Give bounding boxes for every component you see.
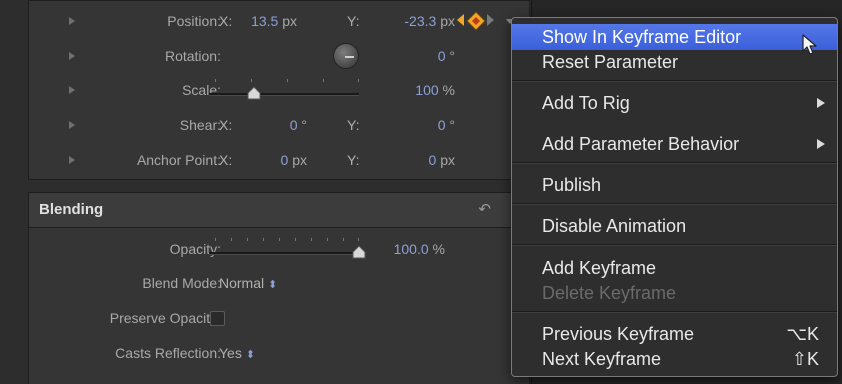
- menu-item-disable-animation[interactable]: Disable Animation: [512, 213, 837, 239]
- shear-y-label: Y:: [347, 117, 360, 133]
- submenu-arrow-icon: [817, 98, 825, 108]
- casts-reflection-popup[interactable]: Yes ⬍: [219, 336, 255, 372]
- blend-mode-label: Blend Mode:: [142, 275, 221, 291]
- blend-mode-row: Blend Mode: Normal ⬍: [29, 266, 529, 300]
- menu-item-reset-parameter[interactable]: Reset Parameter: [512, 49, 837, 75]
- scale-slider-track[interactable]: [209, 93, 359, 96]
- next-keyframe-arrow-icon[interactable]: [487, 14, 494, 26]
- scale-row: Scale: 100 %: [29, 73, 529, 107]
- opacity-field[interactable]: 100.0 %: [394, 232, 445, 266]
- opacity-slider-track[interactable]: [209, 252, 359, 255]
- position-x-label: X:: [219, 13, 233, 29]
- blend-mode-popup[interactable]: Normal ⬍: [219, 266, 277, 302]
- updown-chevron-icon: ⬍: [268, 279, 278, 291]
- anchor-x-field[interactable]: 0 px: [281, 143, 307, 177]
- previous-keyframe-arrow-icon[interactable]: [457, 14, 464, 26]
- menu-item-previous-keyframe[interactable]: Previous Keyframe ⌥K: [512, 321, 837, 347]
- transform-group: Position: X: 13.5 px Y: -23.3 px Rotatio…: [28, 0, 530, 180]
- shear-x-field[interactable]: 0 °: [290, 108, 307, 142]
- scale-field[interactable]: 100 %: [415, 73, 455, 107]
- menu-item-publish[interactable]: Publish: [512, 172, 837, 198]
- submenu-arrow-icon: [817, 139, 825, 149]
- shortcut-label: ⇧K: [791, 349, 819, 369]
- anchor-point-row: Anchor Point: X: 0 px Y: 0 px: [29, 143, 529, 177]
- disclosure-triangle-icon[interactable]: [69, 52, 75, 60]
- disclosure-triangle-icon[interactable]: [69, 156, 75, 164]
- preserve-opacity-label: Preserve Opacity:: [109, 310, 221, 326]
- updown-chevron-icon: ⬍: [245, 349, 255, 361]
- anchor-y-field[interactable]: 0 px: [429, 143, 455, 177]
- menu-item-add-keyframe[interactable]: Add Keyframe: [512, 255, 837, 281]
- rotation-label: Rotation:: [164, 48, 221, 64]
- keyframe-diamond-icon[interactable]: [466, 11, 486, 31]
- menu-item-delete-keyframe: Delete Keyframe: [542, 283, 677, 303]
- shear-row: Shear: X: 0 ° Y: 0 °: [29, 108, 529, 142]
- inspector-panel: Position: X: 13.5 px Y: -23.3 px Rotatio…: [0, 0, 532, 384]
- blending-group: Opacity: 100.0 % Blend Mode: Normal ⬍ Pr…: [28, 227, 530, 384]
- casts-reflection-row: Casts Reflection: Yes ⬍: [29, 336, 529, 370]
- opacity-row: Opacity: 100.0 %: [29, 232, 529, 266]
- parameter-context-menu: Show In Keyframe Editor Reset Parameter …: [511, 17, 838, 377]
- menu-item-next-keyframe[interactable]: Next Keyframe ⇧K: [512, 346, 837, 372]
- anchor-x-label: X:: [219, 152, 233, 168]
- rotation-row: Rotation: 0 °: [29, 39, 529, 73]
- position-y-field[interactable]: -23.3 px: [404, 4, 455, 38]
- rotation-dial[interactable]: [334, 44, 358, 68]
- reset-icon[interactable]: ↶: [478, 202, 491, 218]
- casts-reflection-label: Casts Reflection:: [115, 345, 221, 361]
- disclosure-triangle-icon[interactable]: [69, 86, 75, 94]
- position-y-label: Y:: [347, 13, 360, 29]
- opacity-slider-ticks: [215, 238, 359, 242]
- opacity-slider-thumb[interactable]: [352, 245, 366, 259]
- scale-slider-thumb[interactable]: [247, 86, 261, 100]
- anchor-y-label: Y:: [347, 152, 360, 168]
- preserve-opacity-checkbox[interactable]: [210, 311, 225, 326]
- blending-header[interactable]: Blending ↶: [28, 192, 530, 228]
- position-row: Position: X: 13.5 px Y: -23.3 px: [29, 4, 529, 38]
- position-label: Position:: [167, 13, 221, 29]
- shear-x-label: X:: [219, 117, 233, 133]
- shear-y-field[interactable]: 0 °: [438, 108, 455, 142]
- menu-item-add-parameter-behavior[interactable]: Add Parameter Behavior: [512, 131, 837, 157]
- menu-item-show-in-keyframe-editor[interactable]: Show In Keyframe Editor: [512, 24, 837, 50]
- disclosure-triangle-icon[interactable]: [69, 121, 75, 129]
- shear-label: Shear:: [179, 117, 221, 133]
- anchor-point-label: Anchor Point:: [136, 152, 221, 168]
- preserve-opacity-row: Preserve Opacity:: [29, 301, 529, 335]
- shortcut-label: ⌥K: [786, 324, 819, 344]
- rotation-field[interactable]: 0 °: [438, 39, 455, 73]
- scale-slider-ticks: [215, 79, 359, 83]
- mouse-pointer-icon: [802, 34, 817, 55]
- menu-item-add-to-rig[interactable]: Add To Rig: [512, 90, 837, 116]
- disclosure-triangle-icon[interactable]: [69, 17, 75, 25]
- blending-title: Blending: [39, 201, 104, 218]
- opacity-label: Opacity:: [169, 241, 221, 257]
- position-x-field[interactable]: 13.5 px: [251, 4, 297, 38]
